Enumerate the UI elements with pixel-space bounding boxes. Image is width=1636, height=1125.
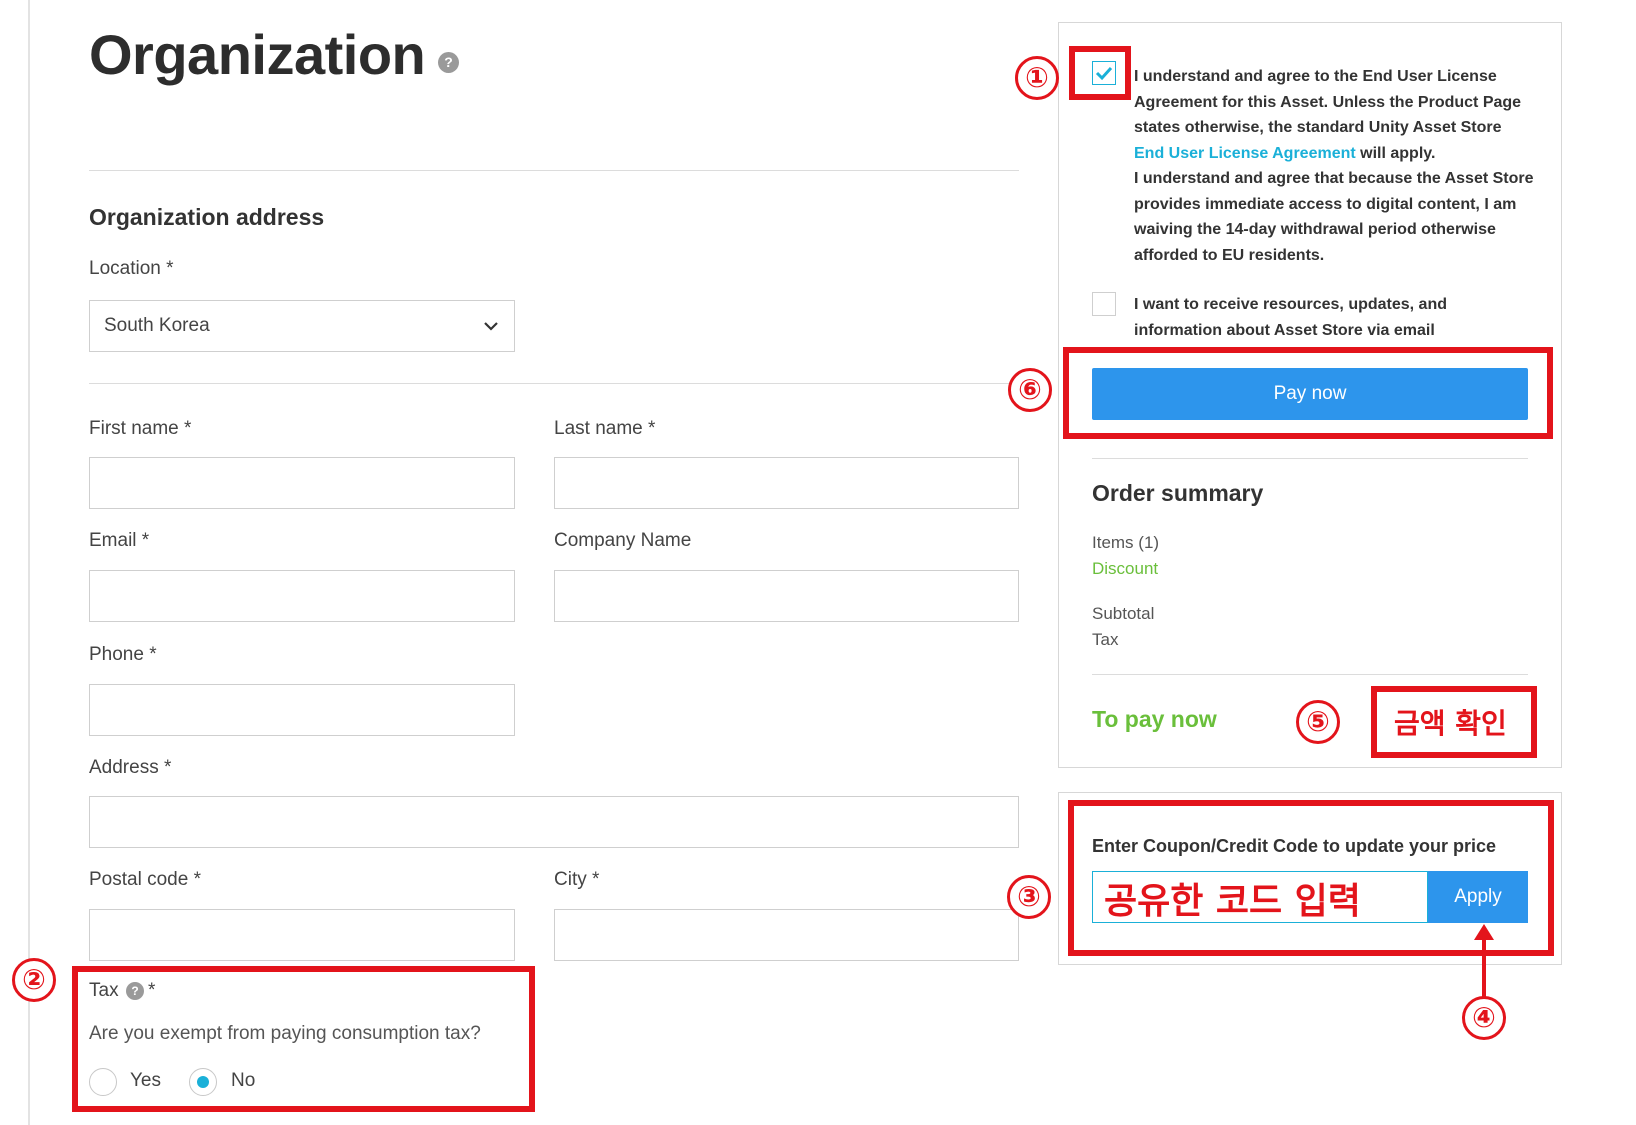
first-name-label: First name * xyxy=(89,418,192,439)
first-name-input[interactable] xyxy=(89,457,515,509)
to-pay-now-label: To pay now xyxy=(1092,706,1217,732)
eula-text-1: I understand and agree to the End User L… xyxy=(1134,68,1522,136)
help-icon[interactable]: ? xyxy=(438,52,459,73)
phone-label: Phone * xyxy=(89,644,157,665)
location-value: South Korea xyxy=(104,315,210,336)
company-label: Company Name xyxy=(554,530,692,551)
order-summary-title: Order summary xyxy=(1092,480,1264,506)
location-select[interactable]: South Korea xyxy=(89,300,515,352)
eula-agreement-text: I understand and agree to the End User L… xyxy=(1134,64,1534,268)
page-left-border xyxy=(28,0,30,1125)
section-title: Organization address xyxy=(89,204,325,230)
summary-tax: Tax xyxy=(1092,630,1119,649)
annotation-box-tax xyxy=(72,966,535,1112)
email-label: Email * xyxy=(89,530,150,551)
annotation-step-3: ③ xyxy=(1007,875,1051,919)
eula-text-3: I understand and agree that because the … xyxy=(1134,170,1534,264)
address-label: Address * xyxy=(89,757,172,778)
divider xyxy=(89,170,1019,171)
annotation-step-2: ② xyxy=(12,958,56,1002)
divider xyxy=(89,383,1019,384)
annotation-box-eula xyxy=(1069,46,1131,100)
email-input[interactable] xyxy=(89,570,515,622)
divider xyxy=(1092,674,1528,675)
annotation-step-4: ④ xyxy=(1462,996,1506,1040)
last-name-label: Last name * xyxy=(554,418,656,439)
newsletter-checkbox[interactable] xyxy=(1092,292,1116,316)
summary-subtotal: Subtotal xyxy=(1092,604,1155,623)
last-name-input[interactable] xyxy=(554,457,1019,509)
company-input[interactable] xyxy=(554,570,1019,622)
phone-input[interactable] xyxy=(89,684,515,736)
address-input[interactable] xyxy=(89,796,1019,848)
annotation-step-5: ⑤ xyxy=(1296,700,1340,744)
annotation-arrow-up-icon xyxy=(1474,924,1494,1002)
city-input[interactable] xyxy=(554,909,1019,961)
page-title: Organization xyxy=(89,23,426,86)
postal-code-label: Postal code * xyxy=(89,869,201,890)
divider xyxy=(1092,458,1528,459)
newsletter-text: I want to receive resources, updates, an… xyxy=(1134,296,1447,339)
eula-link[interactable]: End User License Agreement xyxy=(1134,145,1356,162)
location-label: Location * xyxy=(89,258,174,279)
annotation-amount-hint: 금액 확인 xyxy=(1394,707,1507,740)
annotation-coupon-hint: 공유한 코드 입력 xyxy=(1104,881,1361,922)
postal-code-input[interactable] xyxy=(89,909,515,961)
summary-discount: Discount xyxy=(1092,559,1159,578)
city-label: City * xyxy=(554,869,600,890)
chevron-down-icon xyxy=(484,322,498,331)
annotation-box-pay xyxy=(1063,347,1553,439)
annotation-step-6: ⑥ xyxy=(1008,368,1052,412)
annotation-step-1: ① xyxy=(1015,56,1059,100)
summary-items: Items (1) xyxy=(1092,533,1160,552)
eula-text-2: will apply. xyxy=(1355,144,1436,162)
